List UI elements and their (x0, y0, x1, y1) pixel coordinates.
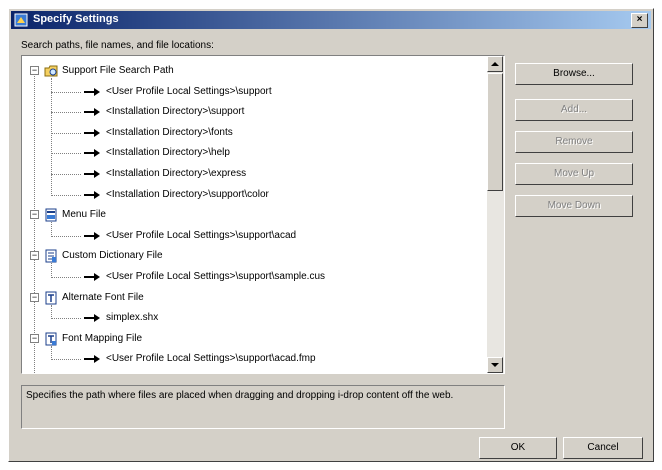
vertical-scrollbar[interactable] (487, 56, 504, 373)
tree-connector (51, 318, 81, 320)
path-arrow-icon (84, 108, 100, 117)
scroll-down-button[interactable] (487, 357, 503, 373)
move-up-button[interactable]: Move Up (515, 163, 633, 185)
tree-group-label: Alternate Font File (62, 291, 144, 303)
tree-path-label: <User Profile Local Settings>\support (106, 85, 272, 97)
tree-group-label: Menu File (62, 209, 106, 221)
tree-group-label: Font Mapping File (62, 332, 143, 344)
path-arrow-icon (84, 170, 100, 178)
close-button[interactable]: × (631, 13, 648, 28)
ok-button[interactable]: OK (479, 437, 557, 459)
tree-connector (51, 112, 81, 114)
description-box: Specifies the path where files are place… (21, 385, 505, 429)
tree-path-label: <Installation Directory>\support\color (106, 188, 269, 200)
tree-path-row[interactable]: <User Profile Local Settings>\support\sa… (22, 267, 487, 287)
path-arrow-icon (84, 273, 100, 281)
specify-settings-dialog: Specify Settings × Search paths, file na… (8, 8, 654, 462)
title-bar[interactable]: Specify Settings × (11, 11, 651, 29)
tree-connector (51, 132, 81, 134)
cancel-button[interactable]: Cancel (563, 437, 643, 459)
scroll-down-arrow-icon (491, 363, 499, 367)
tree-connector (51, 277, 81, 278)
tree-path-row[interactable]: <Installation Directory>\support\color (22, 185, 487, 205)
dialog-title: Specify Settings (33, 13, 119, 25)
font-file-icon (45, 291, 57, 305)
scroll-up-button[interactable] (487, 56, 503, 72)
tree-connector (51, 359, 81, 361)
tree-path-row[interactable]: <Installation Directory>\support (22, 102, 487, 122)
tree-path-row[interactable]: <User Profile Local Settings>\support\ac… (22, 349, 487, 369)
path-arrow-icon (84, 355, 100, 364)
browse-button[interactable]: Browse... (515, 63, 633, 85)
collapse-icon[interactable]: − (30, 251, 39, 261)
collapse-icon[interactable]: − (30, 66, 39, 75)
collapse-icon[interactable]: − (30, 333, 39, 343)
tree-group-row[interactable]: − Alternate Font File (22, 288, 487, 308)
tree-path-label: <User Profile Local Settings>\support\ac… (106, 229, 297, 241)
path-arrow-icon (84, 231, 100, 240)
path-arrow-icon (84, 128, 100, 137)
tree-path-label: <Installation Directory>\support (106, 106, 245, 118)
tree-path-row[interactable]: <User Profile Local Settings>\support (22, 82, 487, 102)
tree-path-label: <Installation Directory>\fonts (106, 126, 233, 138)
tree-path-label: <User Profile Local Settings>\support\ac… (106, 353, 316, 365)
tree-connector (51, 194, 81, 196)
search-paths-tree[interactable]: − Support File Search Path <User Profile L… (21, 55, 505, 374)
scroll-up-arrow-icon (491, 62, 499, 66)
tree-path-label: simplex.shx (106, 312, 159, 324)
tree-group-label: Custom Dictionary File (62, 250, 163, 262)
tree-path-row[interactable]: simplex.shx (22, 308, 487, 328)
tree-connector (51, 153, 81, 155)
font-mapping-icon (45, 332, 57, 346)
path-arrow-icon (84, 314, 100, 323)
tree-content: − Support File Search Path <User Profile L… (22, 56, 487, 373)
tree-connector (51, 91, 81, 93)
tree-group-row[interactable]: − Support File Search Path (22, 61, 487, 81)
tree-group-row[interactable]: − Custom Dictionary File (22, 246, 487, 266)
tree-path-label: <Installation Directory>\express (106, 168, 247, 179)
tree-path-row[interactable]: <Installation Directory>\fonts (22, 123, 487, 143)
move-down-button[interactable]: Move Down (515, 195, 633, 217)
tree-group-row[interactable]: − Menu File (22, 205, 487, 225)
app-icon (14, 13, 28, 27)
collapse-icon[interactable]: − (30, 210, 39, 220)
collapse-icon[interactable]: − (30, 292, 39, 302)
path-arrow-icon (84, 87, 100, 96)
scroll-thumb[interactable] (487, 73, 503, 191)
menu-file-icon (45, 208, 57, 222)
tree-path-row[interactable]: <Installation Directory>\help (22, 143, 487, 163)
remove-button[interactable]: Remove (515, 131, 633, 153)
tree-group-label: Support File Search Path (62, 65, 174, 76)
path-arrow-icon (84, 149, 100, 158)
tree-path-row[interactable]: <User Profile Local Settings>\support\ac… (22, 226, 487, 246)
tree-connector (51, 235, 81, 237)
dictionary-file-icon (45, 249, 57, 263)
tree-group-row[interactable]: − Font Mapping File (22, 329, 487, 349)
tree-connector (51, 174, 81, 175)
tree-path-label: <User Profile Local Settings>\support\sa… (106, 271, 325, 282)
path-arrow-icon (84, 190, 100, 199)
tree-path-label: <Installation Directory>\help (106, 147, 230, 159)
tree-path-row[interactable]: <Installation Directory>\express (22, 164, 487, 184)
add-button[interactable]: Add... (515, 99, 633, 121)
section-label: Search paths, file names, and file locat… (21, 40, 214, 51)
folder-search-icon (44, 65, 58, 77)
